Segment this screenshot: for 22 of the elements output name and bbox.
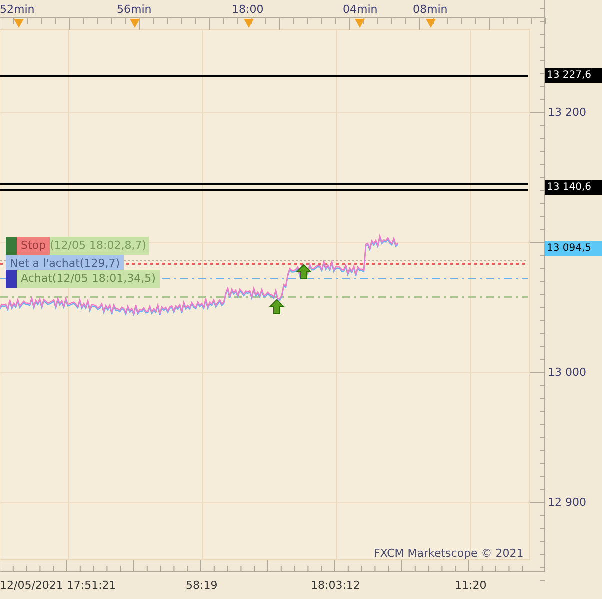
time-label: 52min xyxy=(0,2,35,18)
time-label: 11:20 xyxy=(455,578,487,594)
order-label: Stop xyxy=(17,237,50,255)
time-label: 12/05/2021 17:51:21 xyxy=(0,578,116,594)
order-detail: (12/05 18:02,8,7) xyxy=(50,238,148,254)
up-arrow-icon xyxy=(268,299,286,314)
time-label: 08min xyxy=(413,2,448,18)
time-label: 18:00 xyxy=(232,2,264,18)
up-arrow-icon xyxy=(296,264,312,280)
order-tag[interactable]: Stop (12/05 18:02,8,7) xyxy=(17,237,148,255)
time-label: 56min xyxy=(117,2,152,18)
order-tag[interactable]: Achat(12/05 18:01,34,5) xyxy=(17,270,160,288)
price-label: 13 200 xyxy=(548,105,586,121)
price-marker: 13 140,6 xyxy=(545,180,602,195)
price-label: 12 900 xyxy=(548,495,586,511)
copyright-text: FXCM Marketscope © 2021 xyxy=(374,546,524,562)
price-marker: 13 094,5 xyxy=(545,241,602,256)
price-marker: 13 227,6 xyxy=(545,68,602,83)
time-label: 58:19 xyxy=(186,578,218,594)
price-label: 13 000 xyxy=(548,365,586,381)
time-label: 18:03:12 xyxy=(311,578,360,594)
time-label: 04min xyxy=(343,2,378,18)
